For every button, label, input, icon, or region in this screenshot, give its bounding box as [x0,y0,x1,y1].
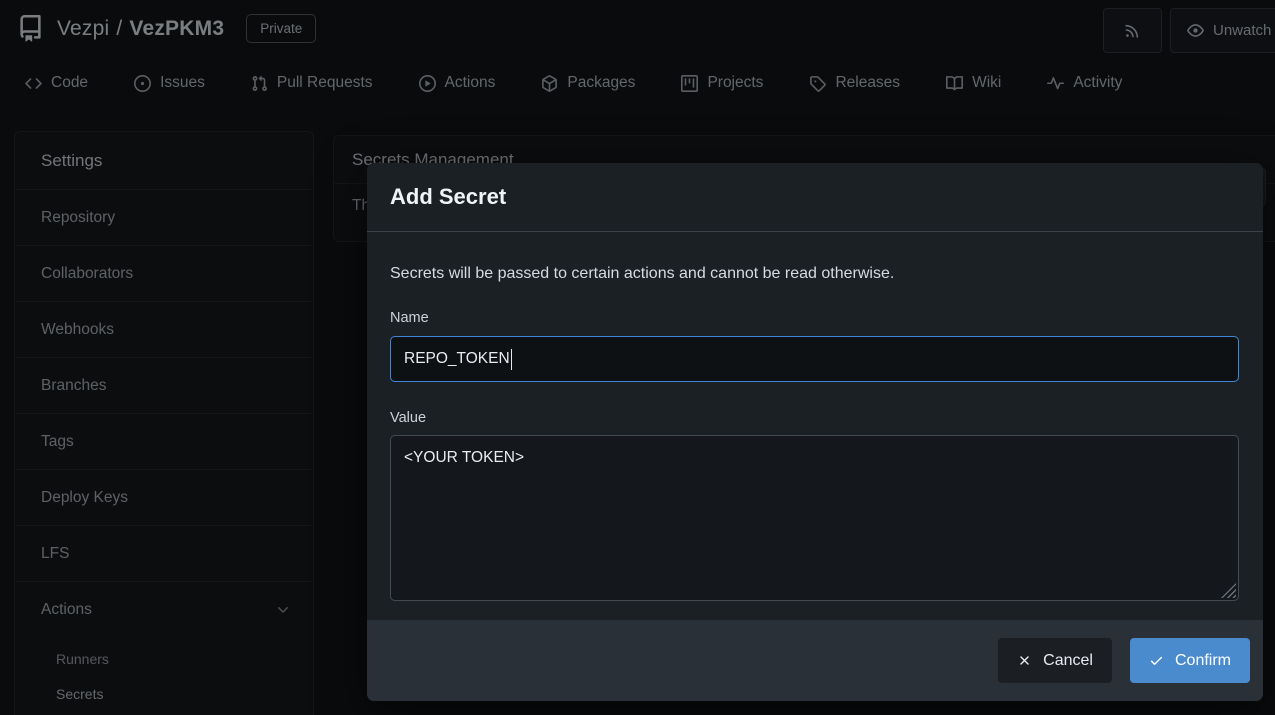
x-icon [1017,653,1032,668]
resize-handle[interactable] [1221,583,1236,598]
check-icon [1149,653,1164,668]
confirm-label: Confirm [1175,652,1231,670]
modal-title: Add Secret [367,163,1263,232]
app-root: Vezpi / VezPKM3 Private Unwatch Code Iss… [0,0,1275,715]
text-cursor [511,349,513,370]
value-field-label: Value [390,410,1239,426]
name-input[interactable]: REPO_TOKEN [390,336,1239,382]
add-secret-modal: Add Secret Secrets will be passed to cer… [367,163,1263,701]
cancel-label: Cancel [1043,652,1093,670]
modal-body: Secrets will be passed to certain action… [367,232,1263,601]
value-textarea[interactable]: <YOUR TOKEN> [390,435,1239,601]
value-textarea-text: <YOUR TOKEN> [404,449,524,466]
name-input-value: REPO_TOKEN [404,350,510,368]
modal-description: Secrets will be passed to certain action… [390,265,1239,282]
cancel-button[interactable]: Cancel [998,638,1112,683]
modal-footer: Cancel Confirm [367,620,1263,701]
name-field-label: Name [390,310,1239,326]
confirm-button[interactable]: Confirm [1130,638,1250,683]
